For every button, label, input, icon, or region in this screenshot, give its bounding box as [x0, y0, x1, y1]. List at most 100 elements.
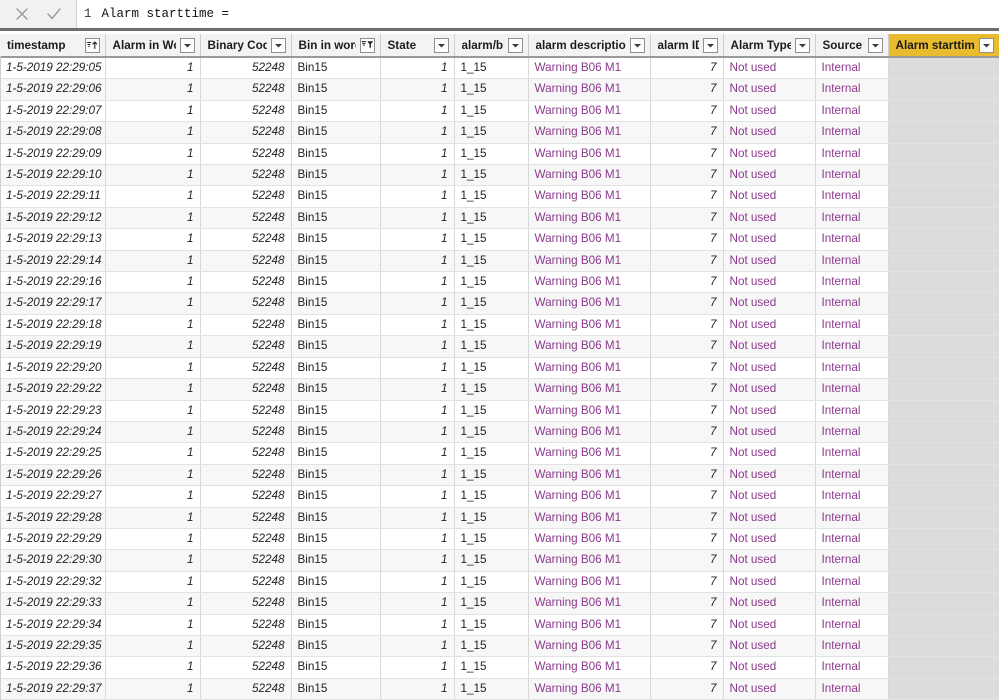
cell-alarm-in-word[interactable]: 1	[105, 442, 201, 465]
cell-alarm-in-word[interactable]: 1	[105, 635, 201, 658]
cell-alarm-bit[interactable]: 1_15	[454, 421, 529, 444]
cell-state[interactable]: 1	[380, 635, 455, 658]
cell-alarm-bit[interactable]: 1_15	[454, 507, 529, 529]
cell-bin-in-word[interactable]: Bin15	[291, 314, 381, 337]
cell-alarm-bit[interactable]: 1_15	[454, 292, 529, 315]
cell-alarm-type[interactable]: Not used	[723, 592, 816, 615]
cell-alarm-in-word[interactable]: 1	[105, 185, 201, 208]
cell-bin-in-word[interactable]: Bin15	[291, 292, 381, 315]
cell-alarm-type[interactable]: Not used	[723, 421, 816, 444]
cell-source[interactable]: Internal	[815, 678, 889, 700]
cell-alarm-starttime[interactable]	[888, 421, 999, 444]
table-row[interactable]: 1-5-2019 22:29:36 1 52248 Bin15 1 1_15 Warning…	[0, 656, 999, 679]
cell-alarm-starttime[interactable]	[888, 121, 999, 144]
cell-binary-code[interactable]: 52248	[200, 507, 292, 529]
cell-binary-code[interactable]: 52248	[200, 57, 292, 80]
chevron-down-icon[interactable]	[270, 37, 286, 53]
cell-alarm-description[interactable]: Warning B06 M1	[528, 528, 651, 551]
cell-alarm-bit[interactable]: 1_15	[454, 549, 529, 572]
cell-alarm-description[interactable]: Warning B06 M1	[528, 207, 651, 230]
cell-alarm-in-word[interactable]: 1	[105, 656, 201, 679]
cell-alarm-bit[interactable]: 1_15	[454, 78, 529, 101]
cell-alarm-bit[interactable]: 1_15	[454, 614, 529, 636]
cell-alarm-description[interactable]: Warning B06 M1	[528, 400, 651, 422]
cell-state[interactable]: 1	[380, 528, 455, 551]
cell-alarm-id[interactable]: 7	[650, 314, 724, 337]
cell-binary-code[interactable]: 52248	[200, 400, 292, 422]
cell-timestamp[interactable]: 1-5-2019 22:29:05	[0, 57, 106, 80]
cell-state[interactable]: 1	[380, 464, 455, 487]
cell-binary-code[interactable]: 52248	[200, 378, 292, 401]
cell-state[interactable]: 1	[380, 292, 455, 315]
formula-input[interactable]: 1 Alarm starttime =	[77, 0, 999, 28]
table-row[interactable]: 1-5-2019 22:29:10 1 52248 Bin15 1 1_15 Warning…	[0, 164, 999, 187]
cell-alarm-starttime[interactable]	[888, 442, 999, 465]
cell-alarm-bit[interactable]: 1_15	[454, 100, 529, 123]
cell-alarm-starttime[interactable]	[888, 592, 999, 615]
cell-alarm-description[interactable]: Warning B06 M1	[528, 314, 651, 337]
cell-alarm-id[interactable]: 7	[650, 357, 724, 380]
column-header-alarm-starttime[interactable]: Alarm starttime	[888, 34, 999, 58]
cell-alarm-id[interactable]: 7	[650, 656, 724, 679]
table-row[interactable]: 1-5-2019 22:29:08 1 52248 Bin15 1 1_15 Warning…	[0, 121, 999, 144]
cell-alarm-bit[interactable]: 1_15	[454, 357, 529, 380]
cell-alarm-in-word[interactable]: 1	[105, 400, 201, 422]
cell-alarm-in-word[interactable]: 1	[105, 57, 201, 80]
cell-source[interactable]: Internal	[815, 271, 889, 294]
cell-bin-in-word[interactable]: Bin15	[291, 400, 381, 422]
cell-alarm-description[interactable]: Warning B06 M1	[528, 121, 651, 144]
cell-alarm-id[interactable]: 7	[650, 335, 724, 358]
cell-binary-code[interactable]: 52248	[200, 121, 292, 144]
cell-alarm-id[interactable]: 7	[650, 143, 724, 166]
cell-alarm-bit[interactable]: 1_15	[454, 400, 529, 422]
cell-source[interactable]: Internal	[815, 335, 889, 358]
cell-timestamp[interactable]: 1-5-2019 22:29:32	[0, 571, 106, 594]
cell-timestamp[interactable]: 1-5-2019 22:29:11	[0, 185, 106, 208]
table-row[interactable]: 1-5-2019 22:29:28 1 52248 Bin15 1 1_15 Warning…	[0, 507, 999, 529]
cell-alarm-bit[interactable]: 1_15	[454, 121, 529, 144]
cell-timestamp[interactable]: 1-5-2019 22:29:24	[0, 421, 106, 444]
cell-bin-in-word[interactable]: Bin15	[291, 164, 381, 187]
cell-alarm-bit[interactable]: 1_15	[454, 335, 529, 358]
cell-alarm-id[interactable]: 7	[650, 592, 724, 615]
cell-alarm-bit[interactable]: 1_15	[454, 143, 529, 166]
cell-bin-in-word[interactable]: Bin15	[291, 421, 381, 444]
cell-source[interactable]: Internal	[815, 592, 889, 615]
cell-binary-code[interactable]: 52248	[200, 228, 292, 251]
cell-alarm-description[interactable]: Warning B06 M1	[528, 485, 651, 508]
table-row[interactable]: 1-5-2019 22:29:13 1 52248 Bin15 1 1_15 Warning…	[0, 228, 999, 251]
cell-bin-in-word[interactable]: Bin15	[291, 528, 381, 551]
cell-alarm-starttime[interactable]	[888, 335, 999, 358]
cell-binary-code[interactable]: 52248	[200, 207, 292, 230]
cell-alarm-in-word[interactable]: 1	[105, 100, 201, 123]
cell-alarm-in-word[interactable]: 1	[105, 250, 201, 273]
cell-state[interactable]: 1	[380, 57, 455, 80]
cell-state[interactable]: 1	[380, 614, 455, 636]
cell-binary-code[interactable]: 52248	[200, 164, 292, 187]
cell-state[interactable]: 1	[380, 442, 455, 465]
cell-alarm-in-word[interactable]: 1	[105, 143, 201, 166]
table-row[interactable]: 1-5-2019 22:29:07 1 52248 Bin15 1 1_15 Warning…	[0, 100, 999, 123]
cell-alarm-description[interactable]: Warning B06 M1	[528, 292, 651, 315]
cell-alarm-description[interactable]: Warning B06 M1	[528, 442, 651, 465]
cell-alarm-description[interactable]: Warning B06 M1	[528, 635, 651, 658]
cell-timestamp[interactable]: 1-5-2019 22:29:34	[0, 614, 106, 636]
cell-bin-in-word[interactable]: Bin15	[291, 185, 381, 208]
cell-source[interactable]: Internal	[815, 292, 889, 315]
cell-alarm-description[interactable]: Warning B06 M1	[528, 656, 651, 679]
table-row[interactable]: 1-5-2019 22:29:34 1 52248 Bin15 1 1_15 Warning…	[0, 614, 999, 636]
chevron-down-icon[interactable]	[179, 37, 195, 53]
table-row[interactable]: 1-5-2019 22:29:24 1 52248 Bin15 1 1_15 Warning…	[0, 421, 999, 444]
cell-alarm-id[interactable]: 7	[650, 464, 724, 487]
cell-state[interactable]: 1	[380, 121, 455, 144]
cell-source[interactable]: Internal	[815, 464, 889, 487]
cell-alarm-description[interactable]: Warning B06 M1	[528, 464, 651, 487]
cell-alarm-type[interactable]: Not used	[723, 442, 816, 465]
cell-alarm-type[interactable]: Not used	[723, 100, 816, 123]
cell-state[interactable]: 1	[380, 250, 455, 273]
cell-alarm-starttime[interactable]	[888, 78, 999, 101]
cell-alarm-in-word[interactable]: 1	[105, 78, 201, 101]
cell-binary-code[interactable]: 52248	[200, 250, 292, 273]
table-row[interactable]: 1-5-2019 22:29:23 1 52248 Bin15 1 1_15 Warning…	[0, 400, 999, 422]
cell-bin-in-word[interactable]: Bin15	[291, 464, 381, 487]
